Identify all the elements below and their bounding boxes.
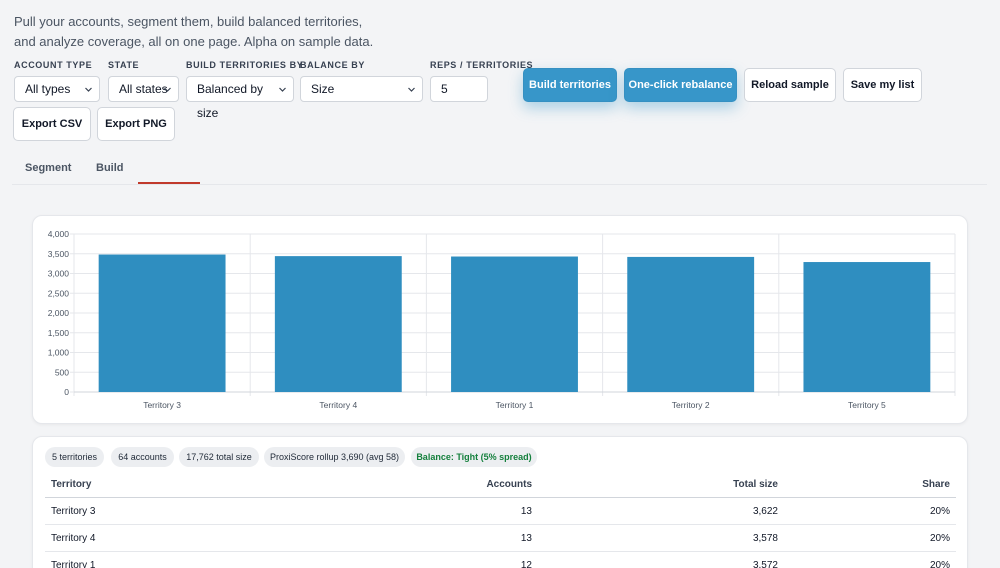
active-tab-indicator — [138, 182, 200, 184]
account-type-label: ACCOUNT TYPE — [14, 60, 93, 70]
chevron-down-icon — [279, 86, 286, 93]
accounts-count-badge: 64 accounts — [111, 447, 174, 467]
reps-value: 5 — [441, 82, 448, 96]
state-value: All states — [119, 82, 168, 96]
bar-territory-2 — [627, 256, 755, 392]
share-cell: 20% — [929, 506, 950, 517]
bar-territory-5 — [803, 262, 931, 392]
accounts-cell: 12 — [520, 560, 532, 568]
territory-size-chart: 0 500 1,000 1,500 2,000 2,500 3,000 3,500 4,000 T… — [48, 229, 956, 410]
x-tick-label: Territory 5 — [848, 400, 886, 410]
state-select[interactable]: All states — [108, 76, 179, 102]
y-tick-label: 4,000 — [48, 229, 70, 239]
reload-sample-button[interactable]: Reload sample — [744, 68, 836, 102]
territory-cell: Territory 3 — [51, 506, 96, 517]
build-by-select[interactable]: Balanced by size — [186, 76, 294, 120]
accounts-cell: 13 — [520, 533, 532, 544]
chevron-down-icon — [164, 86, 171, 93]
territory-cell: Territory 1 — [51, 560, 96, 568]
accounts-cell: 13 — [520, 506, 532, 517]
build-by-field: BUILD TERRITORIES BY Balanced by size — [186, 60, 304, 120]
tab-analyze[interactable]: Analyze — [149, 162, 191, 174]
chevron-down-icon — [408, 86, 415, 93]
share-cell: 20% — [929, 560, 950, 568]
column-header-territory[interactable]: Territory — [51, 475, 91, 495]
intro-text: Pull your accounts, segment them, build … — [14, 14, 374, 49]
bar-territory-1 — [451, 256, 578, 392]
table-header-row: Territory Accounts Total size Share — [45, 475, 956, 498]
territory-table: Territory Accounts Total size Share Terr… — [45, 475, 956, 568]
total-size-badge: 17,762 total size — [179, 447, 259, 467]
reps-field: REPS / TERRITORIES 5 — [430, 60, 533, 102]
x-tick-label: Territory 4 — [319, 400, 357, 410]
build-by-label: BUILD TERRITORIES BY — [186, 60, 304, 70]
reps-input[interactable]: 5 — [430, 76, 488, 102]
state-label: STATE — [108, 60, 140, 70]
chevron-down-icon — [85, 86, 92, 93]
build-territories-button[interactable]: Build territories — [523, 68, 617, 102]
y-tick-label: 1,000 — [48, 348, 70, 358]
save-my-list-button[interactable]: Save my list — [843, 68, 922, 102]
export-csv-button[interactable]: Export CSV — [13, 107, 91, 141]
x-tick-label: Territory 3 — [143, 400, 181, 410]
balance-by-select[interactable]: Size — [300, 76, 423, 102]
one-click-rebalance-button[interactable]: One-click rebalance — [624, 68, 737, 102]
table-row[interactable]: Territory 1 12 3,572 20% — [45, 552, 956, 568]
x-tick-label: Territory 2 — [672, 400, 710, 410]
y-tick-label: 0 — [64, 387, 69, 397]
proxiscore-badge: ProxiScore rollup 3,690 (avg 58) — [264, 447, 405, 467]
state-field: STATE All states — [108, 60, 179, 102]
share-cell: 20% — [929, 533, 950, 544]
total-size-cell: 3,578 — [752, 533, 778, 544]
build-by-value: Balanced by size — [197, 82, 264, 120]
balance-by-value: Size — [311, 82, 335, 96]
total-size-cell: 3,572 — [752, 560, 778, 568]
account-type-select[interactable]: All types — [14, 76, 100, 102]
y-tick-label: 3,000 — [48, 269, 70, 279]
y-tick-label: 1,500 — [48, 328, 70, 338]
territory-size-chart-card: 0 500 1,000 1,500 2,000 2,500 3,000 3,500 4,000 T… — [32, 215, 968, 424]
column-header-share[interactable]: Share — [922, 475, 950, 495]
y-tick-label: 2,000 — [48, 308, 70, 318]
bar-territory-4 — [274, 256, 402, 392]
territory-cell: Territory 4 — [51, 533, 96, 544]
export-png-button[interactable]: Export PNG — [97, 107, 175, 141]
balance-by-label: BALANCE BY — [300, 60, 366, 70]
y-tick-label: 2,500 — [48, 288, 70, 298]
territory-summary-card: 5 territories 64 accounts 17,762 total s… — [32, 436, 968, 568]
bar-territory-3 — [98, 254, 226, 392]
tab-segment[interactable]: Segment — [25, 162, 71, 174]
reps-label: REPS / TERRITORIES — [430, 60, 534, 70]
balance-status-badge: Balance: Tight (5% spread) — [411, 447, 537, 467]
y-tick-label: 500 — [55, 367, 69, 377]
y-tick-label: 3,500 — [48, 249, 70, 259]
column-header-total-size[interactable]: Total size — [733, 475, 778, 495]
total-size-cell: 3,622 — [752, 506, 778, 517]
tab-bar: Segment Build Analyze — [12, 156, 987, 185]
column-header-accounts[interactable]: Accounts — [486, 475, 532, 495]
account-type-value: All types — [25, 82, 71, 96]
tab-build[interactable]: Build — [96, 162, 124, 174]
table-row[interactable]: Territory 4 13 3,578 20% — [45, 525, 956, 552]
x-tick-label: Territory 1 — [496, 400, 534, 410]
territories-count-badge: 5 territories — [45, 447, 104, 467]
account-type-field: ACCOUNT TYPE All types — [14, 60, 100, 102]
table-row[interactable]: Territory 3 13 3,622 20% — [45, 498, 956, 525]
balance-by-field: BALANCE BY Size — [300, 60, 423, 102]
